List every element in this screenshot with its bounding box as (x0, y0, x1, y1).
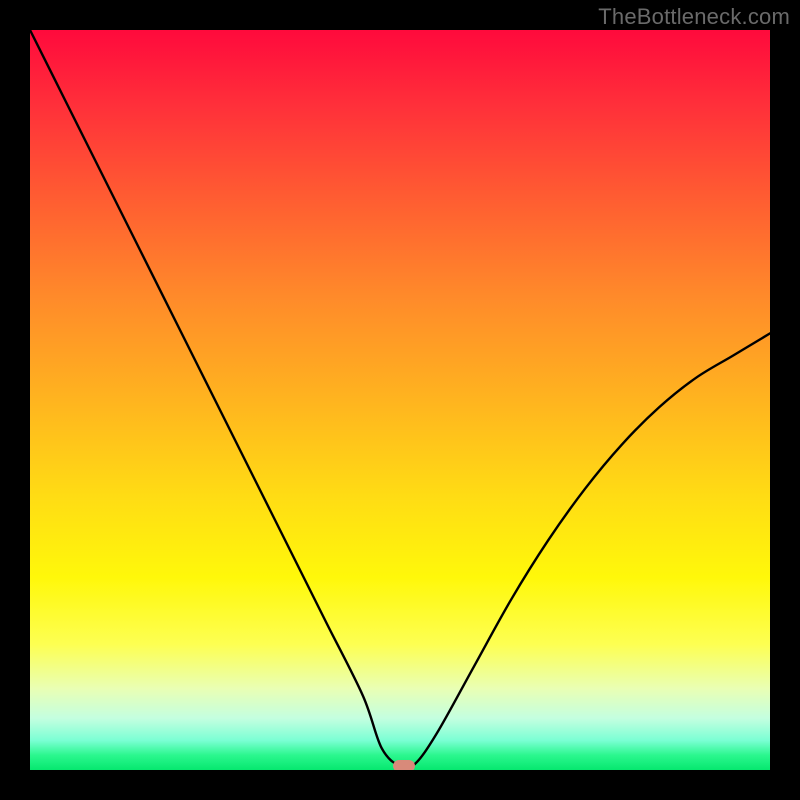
watermark-text: TheBottleneck.com (598, 4, 790, 30)
bottleneck-curve (30, 30, 770, 770)
chart-frame: TheBottleneck.com (0, 0, 800, 800)
optimal-point-marker (393, 760, 415, 770)
plot-area (30, 30, 770, 770)
